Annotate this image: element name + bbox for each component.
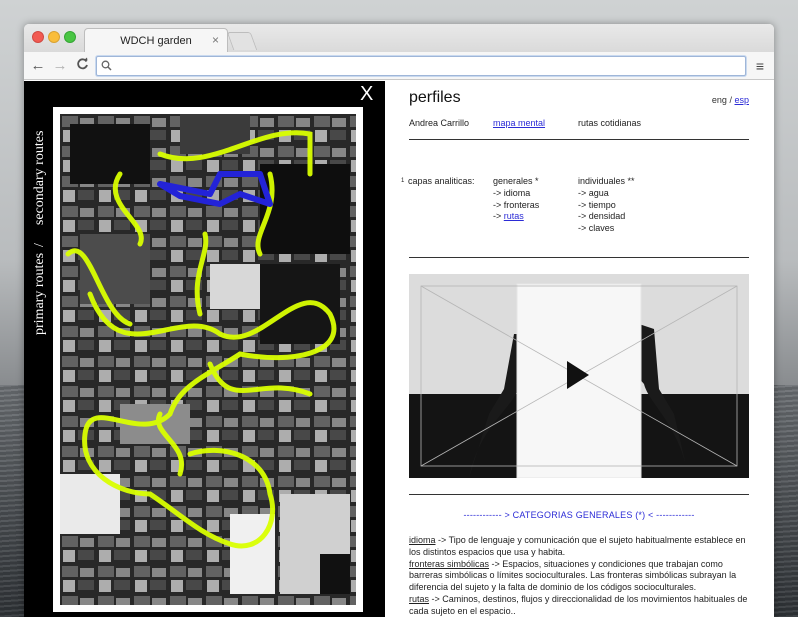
individual-layers: individuales ** -> agua -> tiempo -> den… [578,176,635,235]
legend-secondary-label: secondary routes [32,130,47,226]
individual-layers-title: individuales ** [578,176,635,186]
general-layer-item[interactable]: -> idioma [493,188,539,200]
definitions-list: idioma -> Tipo de lenguaje y comunicació… [409,535,749,617]
legend-separator: / [32,243,47,247]
legend-primary-label: primary routes [32,252,47,335]
definition-term[interactable]: idioma [409,535,436,545]
page-viewport: X primary routes / secondary routes perf… [24,81,774,617]
mental-map-image[interactable] [60,114,356,605]
definition-text: -> Caminos, destinos, flujos y direccion… [409,593,748,616]
url-input[interactable] [112,59,745,72]
individual-layer-item[interactable]: -> tiempo [578,200,635,212]
back-icon[interactable]: ← [30,57,46,74]
divider [409,257,749,258]
browser-window: WDCH garden × ← → ≡ X primary routes / s… [24,24,774,617]
close-icon[interactable]: X [360,84,373,104]
layers-label: capas analiticas: [408,176,475,186]
search-icon [101,60,112,71]
general-layers-title: generales * [493,176,539,186]
tab-close-icon[interactable]: × [212,33,219,47]
definition-item: rutas -> Caminos, destinos, flujos y dir… [409,594,749,617]
individual-layer-item[interactable]: -> claves [578,223,635,235]
language-switch: eng / esp [712,95,749,105]
browser-toolbar: ← → ≡ [24,52,774,80]
general-layer-prefix: -> [493,211,504,222]
profile-content: perfiles eng / esp Andrea Carrillo mapa … [385,81,774,617]
divider [409,139,749,140]
window-controls [32,31,76,43]
forward-icon[interactable]: → [52,57,68,74]
mental-map-frame [53,107,363,612]
reload-icon[interactable] [74,57,90,74]
play-icon[interactable] [567,361,589,389]
browser-tab[interactable]: WDCH garden × [84,28,228,52]
profile-name: Andrea Carrillo [409,118,470,128]
layer-number: 1 [401,178,405,184]
new-tab-button[interactable] [226,32,258,50]
divider [409,494,749,495]
daily-routes-link[interactable]: rutas cotidianas [578,118,641,128]
definition-text: -> Tipo de lenguaje y comunicación que e… [409,535,746,557]
menu-icon[interactable]: ≡ [752,58,768,74]
tab-title: WDCH garden [120,34,192,47]
zoom-window-button[interactable] [64,31,76,43]
definition-term[interactable]: fronteras simbólicas [409,559,489,569]
address-bar[interactable] [96,55,746,76]
individual-layer-item[interactable]: -> densidad [578,211,635,223]
categories-heading: ------------ > CATEGORIAS GENERALES (*) … [463,510,695,520]
definition-term[interactable]: rutas [409,594,429,604]
lang-separator: / [729,95,732,105]
map-panel: X primary routes / secondary routes [24,81,385,617]
general-layers: generales * -> idioma -> fronteras -> ru… [493,176,539,223]
video-player[interactable] [409,274,749,479]
minimize-window-button[interactable] [48,31,60,43]
definition-item: idioma -> Tipo de lenguaje y comunicació… [409,535,749,559]
close-window-button[interactable] [32,31,44,43]
mental-map-link[interactable]: mapa mental [493,118,545,128]
page-title: perfiles [409,89,461,106]
lang-eng-link[interactable]: eng [712,95,727,105]
general-layer-item[interactable]: -> rutas [493,211,539,223]
routes-layer-link[interactable]: rutas [504,211,524,221]
tab-bar: WDCH garden × [24,24,774,52]
definition-item: fronteras simbólicas -> Espacios, situac… [409,559,749,594]
route-legend: primary routes / secondary routes [29,131,51,347]
general-layer-item[interactable]: -> fronteras [493,200,539,212]
individual-layer-item[interactable]: -> agua [578,188,635,200]
lang-esp-link[interactable]: esp [734,95,749,105]
